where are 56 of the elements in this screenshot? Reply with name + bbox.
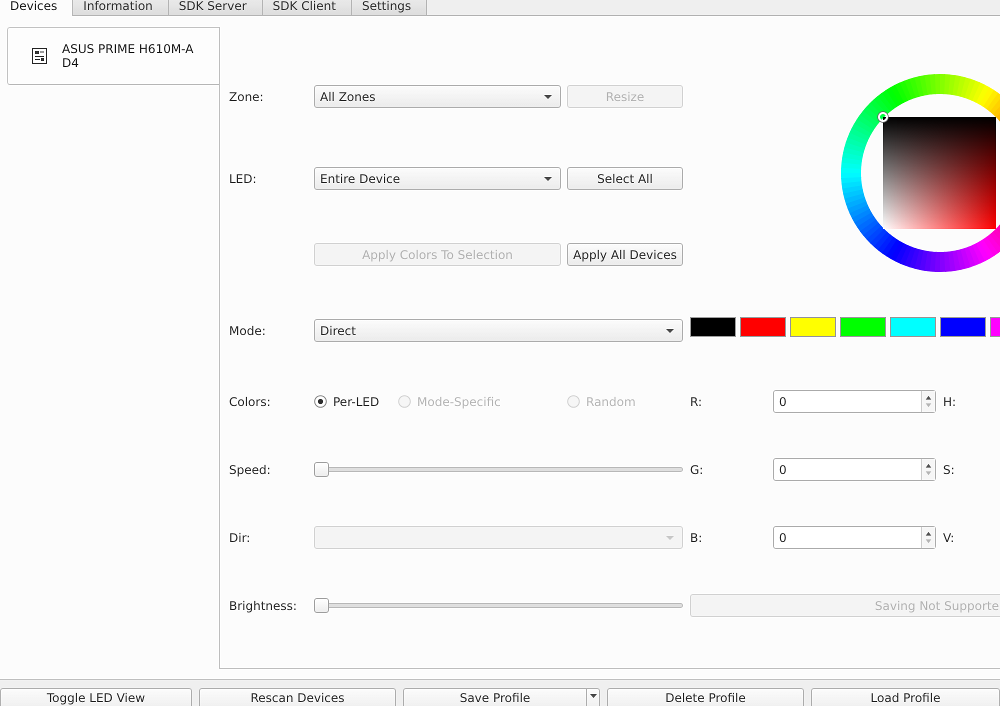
slider-handle[interactable] xyxy=(314,462,329,477)
slider-track[interactable] xyxy=(314,598,683,613)
color-wheel[interactable] xyxy=(841,74,1000,272)
save-profile-button[interactable]: Save Profile xyxy=(403,688,587,706)
number-field[interactable]: 0 xyxy=(773,458,936,481)
number-field[interactable]: 0 xyxy=(773,390,936,413)
menu-arrow-button[interactable] xyxy=(587,688,600,706)
field-label: Zone: xyxy=(229,88,264,106)
caret-icon xyxy=(544,176,552,180)
toolbar-button[interactable]: Rescan Devices xyxy=(199,688,396,706)
color-swatch[interactable] xyxy=(790,317,836,337)
field-label: Brightness: xyxy=(229,598,297,614)
number-field[interactable]: 0 xyxy=(773,526,936,549)
dropdown[interactable]: Direct xyxy=(314,319,683,342)
tab[interactable]: Information xyxy=(73,0,169,16)
caret-icon xyxy=(544,94,552,98)
dropdown[interactable]: Entire Device xyxy=(314,167,561,190)
color-swatch[interactable] xyxy=(740,317,786,337)
tab[interactable]: Devices xyxy=(0,0,74,16)
tab[interactable]: SDK Server xyxy=(168,0,263,16)
device-name: ASUS PRIME H610M-A D4 xyxy=(62,42,194,70)
select-all-button[interactable]: Select All xyxy=(567,167,683,190)
spin-arrows-icon[interactable] xyxy=(921,527,935,548)
field-label: Speed: xyxy=(229,462,271,478)
field-label: Colors: xyxy=(229,394,271,410)
field-label: LED: xyxy=(229,170,257,188)
field-label: Dir: xyxy=(229,530,250,546)
slider-track[interactable] xyxy=(314,462,683,477)
radio-icon[interactable] xyxy=(314,395,327,408)
board-icon xyxy=(32,48,47,64)
slider-handle[interactable] xyxy=(314,598,329,613)
field-label: B: xyxy=(690,530,702,546)
toolbar-button[interactable]: Load Profile xyxy=(811,688,1000,706)
spin-arrows-icon[interactable] xyxy=(921,391,935,412)
spin-arrows-icon[interactable] xyxy=(921,459,935,480)
tab[interactable]: Settings xyxy=(352,0,428,16)
field-label: S: xyxy=(943,462,955,478)
field-label: H: xyxy=(943,394,956,410)
caret-icon xyxy=(666,536,674,540)
field-label: Mode: xyxy=(229,322,266,340)
apply-all-button[interactable]: Apply All Devices xyxy=(567,243,683,266)
field-label: V: xyxy=(943,530,954,546)
field-label: R: xyxy=(690,394,702,410)
toolbar-button[interactable]: Toggle LED View xyxy=(0,688,192,706)
caret-icon xyxy=(590,694,596,698)
color-swatch[interactable] xyxy=(890,317,936,337)
color-swatch[interactable] xyxy=(940,317,986,337)
caret-icon xyxy=(666,328,674,332)
device-item[interactable]: ASUS PRIME H610M-A D4 xyxy=(7,27,219,85)
toolbar-button[interactable]: Delete Profile xyxy=(607,688,804,706)
color-swatch[interactable] xyxy=(690,317,736,337)
color-swatch[interactable] xyxy=(840,317,886,337)
dropdown[interactable]: All Zones xyxy=(314,85,561,108)
field-label: G: xyxy=(690,462,704,478)
tab[interactable]: SDK Client xyxy=(262,0,352,16)
radio-label[interactable]: Per-LED xyxy=(333,392,380,410)
